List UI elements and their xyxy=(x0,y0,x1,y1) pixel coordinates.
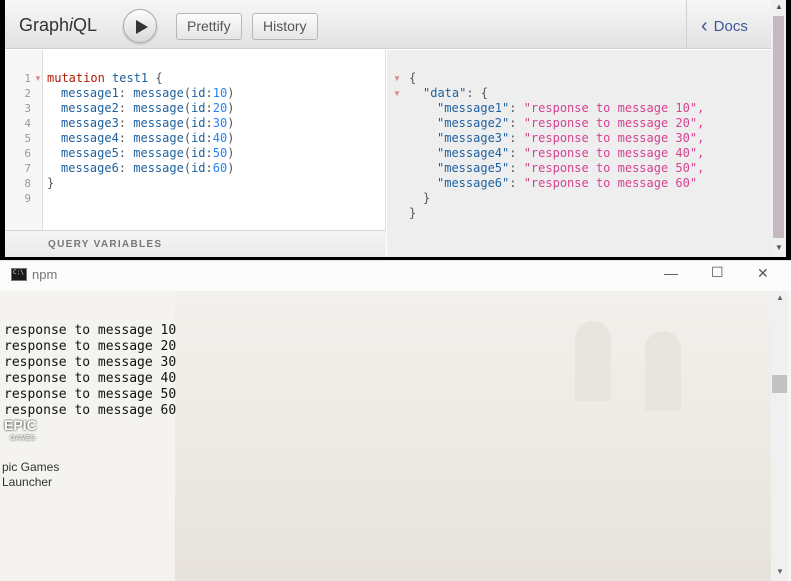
play-icon xyxy=(136,20,148,34)
query-variables-bar[interactable]: QUERY VARIABLES xyxy=(5,230,386,257)
result-line: "message6": "response to message 60" xyxy=(437,176,698,190)
line-number: 8 xyxy=(24,177,31,190)
result-line: { xyxy=(409,71,417,85)
result-line: "message5": "response to message 50", xyxy=(437,161,705,175)
result-viewer: ▼ ▼ { "data": { "message1": "response to… xyxy=(387,50,771,257)
desktop-icon-label[interactable]: Launcher xyxy=(2,475,52,489)
maximize-icon[interactable]: ☐ xyxy=(711,264,724,281)
code-line: } xyxy=(47,176,55,190)
console-output-line: response to message 40 xyxy=(4,371,177,386)
line-number: 3 xyxy=(24,102,31,115)
fold-marker-icon[interactable]: ▼ xyxy=(393,89,401,98)
code-line: message1: message(id:10) xyxy=(61,86,235,100)
result-line: "message3": "response to message 30", xyxy=(437,131,705,145)
scrollbar-thumb[interactable] xyxy=(772,375,787,393)
graphiql-toolbar: GraphiQL Prettify History ‹ Docs xyxy=(5,0,771,49)
minimize-icon[interactable]: — xyxy=(664,265,678,281)
line-number: 7 xyxy=(24,162,31,175)
scroll-down-icon[interactable]: ▼ xyxy=(776,567,784,576)
prettify-button[interactable]: Prettify xyxy=(176,13,242,40)
line-number: 6 xyxy=(24,147,31,160)
line-number: 1 xyxy=(24,72,31,85)
scroll-up-icon[interactable]: ▲ xyxy=(776,293,784,302)
graphiql-app: GraphiQL Prettify History ‹ Docs 1 2 3 4 … xyxy=(5,0,786,257)
result-line: } xyxy=(409,206,417,220)
chevron-left-icon: ‹ xyxy=(701,15,708,37)
scrollbar-thumb[interactable] xyxy=(773,16,784,238)
window-arch xyxy=(645,331,681,411)
graphiql-window: GraphiQL Prettify History ‹ Docs 1 2 3 4 … xyxy=(0,0,791,260)
fold-marker-icon[interactable]: ▼ xyxy=(393,74,401,83)
result-line: "data": { xyxy=(423,86,489,100)
fold-marker-icon[interactable]: ▼ xyxy=(34,74,42,83)
console-output-line: response to message 20 xyxy=(4,339,177,354)
console-title-bar: C:\ npm — ☐ ✕ xyxy=(0,261,791,291)
code-line: message5: message(id:50) xyxy=(61,146,235,160)
cmd-icon: C:\ xyxy=(11,268,27,281)
graphiql-logo: GraphiQL xyxy=(19,15,98,35)
console-output-line: response to message 10 xyxy=(4,323,177,338)
npm-console-window: C:\ npm — ☐ ✕ response to message 10 res… xyxy=(0,261,791,581)
line-number: 9 xyxy=(24,192,31,205)
window-arch xyxy=(575,321,611,401)
result-line: "message4": "response to message 40", xyxy=(437,146,705,160)
query-editor[interactable]: 1 2 3 4 5 6 7 8 9 ▼ mutation test1 { mes… xyxy=(5,50,386,257)
desktop-icon-label[interactable]: pic Games xyxy=(2,460,59,474)
docs-button[interactable]: ‹ Docs xyxy=(686,0,771,49)
code-line: message6: message(id:60) xyxy=(61,161,235,175)
code-line: mutation test1 { xyxy=(47,71,163,85)
scroll-up-icon[interactable]: ▲ xyxy=(775,2,783,11)
close-icon[interactable]: ✕ xyxy=(757,265,769,282)
code-line: message4: message(id:40) xyxy=(61,131,235,145)
history-button[interactable]: History xyxy=(252,13,318,40)
epic-games-logo-sub: GAMES xyxy=(10,435,36,442)
line-number-gutter: 1 2 3 4 5 6 7 8 9 ▼ xyxy=(5,50,43,230)
code-line: message3: message(id:30) xyxy=(61,116,235,130)
line-number: 5 xyxy=(24,132,31,145)
result-line: "message1": "response to message 10", xyxy=(437,101,705,115)
console-output-line: response to message 30 xyxy=(4,355,177,370)
line-number: 2 xyxy=(24,87,31,100)
scroll-down-icon[interactable]: ▼ xyxy=(775,243,783,252)
result-line: "message2": "response to message 20", xyxy=(437,116,705,130)
graphiql-scrollbar[interactable]: ▲ ▼ xyxy=(771,0,786,257)
desktop-background xyxy=(175,291,771,581)
epic-games-logo: EPIC xyxy=(4,417,37,433)
line-number: 4 xyxy=(24,117,31,130)
code-line: message2: message(id:20) xyxy=(61,101,235,115)
console-scrollbar[interactable]: ▲ ▼ xyxy=(771,291,788,581)
console-output-line: response to message 50 xyxy=(4,387,177,402)
execute-query-button[interactable] xyxy=(123,9,157,43)
console-title: npm xyxy=(32,267,58,282)
query-variables-label: QUERY VARIABLES xyxy=(48,239,163,250)
result-line: } xyxy=(423,191,431,205)
